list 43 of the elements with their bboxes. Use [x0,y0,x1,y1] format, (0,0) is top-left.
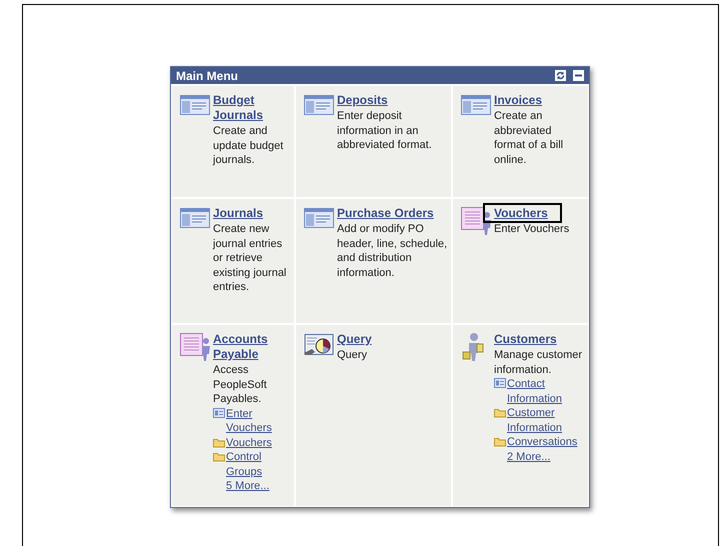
menu-description: Create an abbreviated format of a bill online. [494,109,564,167]
panel-title: Main Menu [176,68,238,82]
sub-link[interactable]: Contact Information [507,377,584,406]
menu-link[interactable]: Vouchers [494,206,548,221]
more-link[interactable]: 5 More... [226,479,270,494]
folder-icon [494,436,506,447]
sub-link[interactable]: Enter Vouchers [226,406,292,436]
window-icon [461,95,491,116]
menu-link[interactable]: Accounts Payable [213,332,292,362]
folder-icon [213,451,225,462]
folder-icon [213,436,225,448]
menu-description: Enter deposit information in an abbreviated format. [337,109,433,152]
sub-link[interactable]: Vouchers [226,436,272,450]
more-link[interactable]: 2 More... [507,450,550,464]
ledger-person-icon [180,332,210,362]
sub-link[interactable]: Customer Information [507,406,584,435]
menu-description: Query [337,348,368,362]
refresh-icon[interactable] [555,70,566,81]
menu-link[interactable]: Customers [494,332,557,347]
window-icon [180,95,210,116]
menu-description: Create new journal entries or retrieve existing journal entries. [213,222,288,294]
ledger-person-icon [461,206,491,236]
menu-link[interactable]: Purchase Orders [337,206,434,221]
menu-link[interactable]: Journals [213,206,264,221]
folder-icon [494,407,506,418]
menu-link[interactable]: Query [337,332,372,347]
query-chart-icon [304,334,334,355]
list-icon [213,408,225,418]
menu-description: Access PeopleSoft Payables. [213,363,268,406]
menu-link[interactable]: Deposits [337,93,388,108]
sub-link[interactable]: Control Groups [226,450,292,479]
menu-description: Enter Vouchers [494,222,570,236]
menu-description: Manage customer information. [494,348,584,377]
window-icon [180,208,210,229]
menu-description: Add or modify PO header, line, schedule, and distribution information. [337,222,448,280]
minimize-icon[interactable] [573,70,584,81]
menu-link[interactable]: Invoices [494,93,542,108]
menu-description: Create and update budget journals. [213,124,284,168]
window-icon [304,208,334,229]
list-icon [494,378,506,389]
menu-link[interactable]: Budget Journals [213,93,292,123]
window-icon [304,95,334,116]
sub-link[interactable]: Conversations [507,435,578,450]
